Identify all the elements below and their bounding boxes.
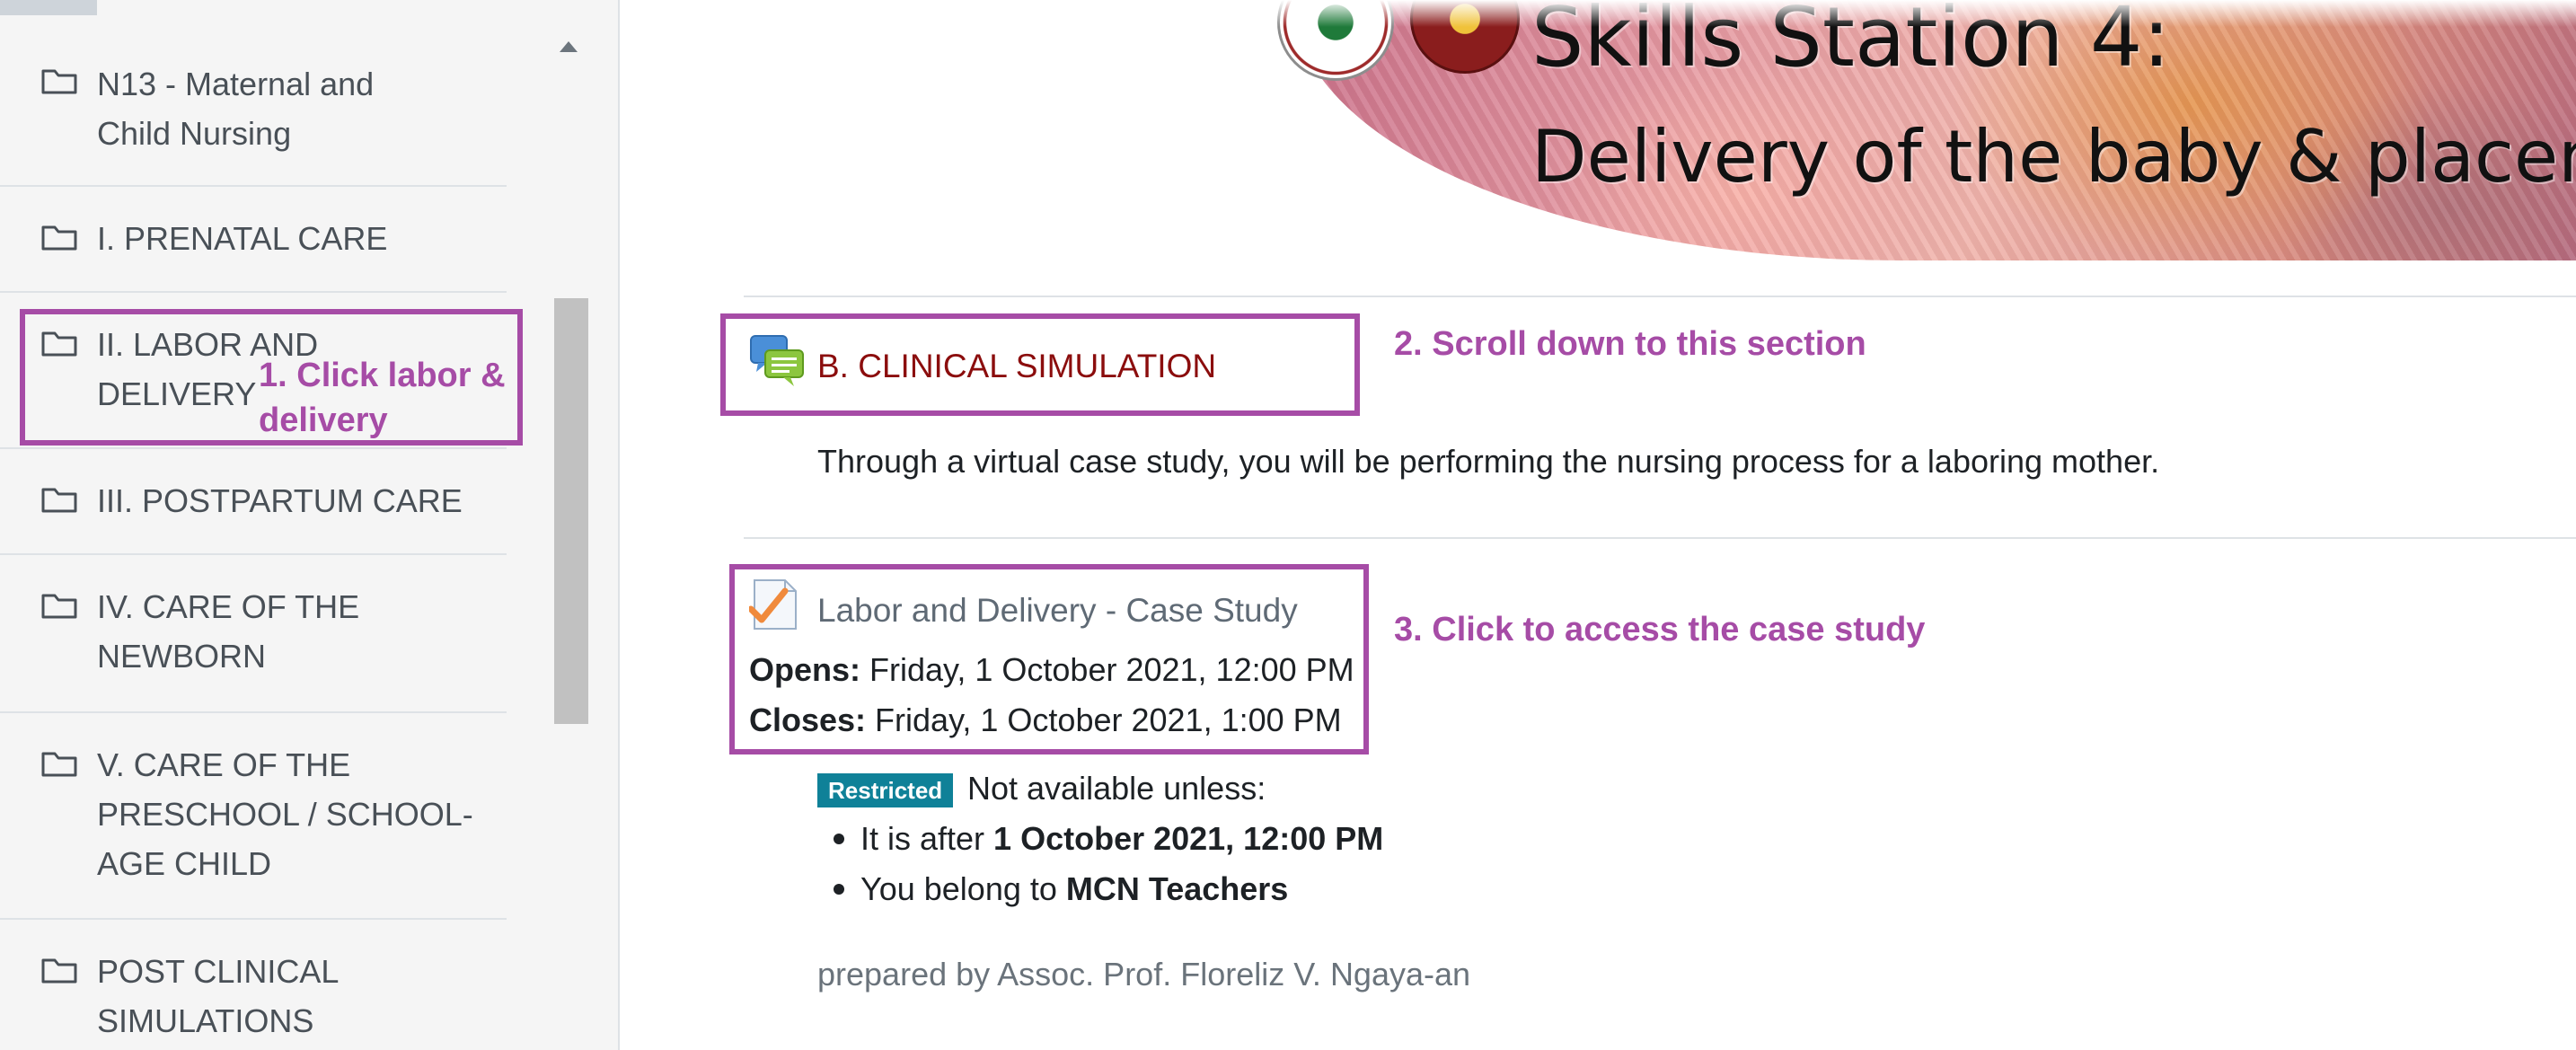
sidebar-item-care-of-preschool-child[interactable]: V. CARE OF THE PRESCHOOL / SCHOOL- AGE C… xyxy=(0,713,507,920)
sidebar-item-label: I. PRENATAL CARE xyxy=(97,220,388,257)
scroll-thumb[interactable] xyxy=(554,298,588,724)
prepared-by-text: prepared by Assoc. Prof. Floreliz V. Nga… xyxy=(817,956,1471,993)
folder-icon xyxy=(41,225,77,251)
annotation-step-3: 3. Click to access the case study xyxy=(1394,611,1926,649)
sidebar-item-postpartum-care[interactable]: III. POSTPARTUM CARE xyxy=(0,449,507,555)
sidebar-item-prenatal-care[interactable]: I. PRENATAL CARE xyxy=(0,187,507,293)
sidebar-top-tab[interactable] xyxy=(0,0,97,15)
sidebar-item-label: N13 - Maternal and Child Nursing xyxy=(97,66,375,152)
annotation-box-step-2 xyxy=(720,313,1360,416)
folder-icon xyxy=(41,69,77,94)
folder-icon xyxy=(41,594,77,619)
folder-icon xyxy=(41,958,77,984)
bullet-icon xyxy=(834,884,844,895)
annotation-step-1: 1. Click labor & delivery xyxy=(259,357,506,439)
annotation-step-2: 2. Scroll down to this section xyxy=(1394,325,1866,363)
annotation-box-step-3 xyxy=(729,564,1369,754)
sidebar-item-label: V. CARE OF THE PRESCHOOL / SCHOOL- AGE C… xyxy=(97,746,473,882)
banner-subtitle: Delivery of the baby & placenta xyxy=(1531,115,2576,199)
restriction-condition-group: You belong to MCN Teachers xyxy=(860,870,1289,907)
course-index-sidebar: N13 - Maternal and Child Nursing I. PREN… xyxy=(0,0,620,1050)
restricted-badge: Restricted xyxy=(817,773,954,807)
sidebar-item-label: POST CLINICAL SIMULATIONS xyxy=(97,953,340,1039)
sidebar-scrollbar[interactable] xyxy=(543,29,589,1050)
scroll-up-arrow-icon[interactable] xyxy=(560,41,578,52)
restriction-condition-date: It is after 1 October 2021, 12:00 PM xyxy=(860,820,1384,857)
folder-icon xyxy=(41,488,77,513)
sidebar-item-label: III. POSTPARTUM CARE xyxy=(97,482,463,519)
sidebar-item-n13[interactable]: N13 - Maternal and Child Nursing xyxy=(0,29,507,187)
clinical-simulation-description: Through a virtual case study, you will b… xyxy=(817,443,2160,480)
sidebar-item-post-clinical-simulations[interactable]: POST CLINICAL SIMULATIONS xyxy=(0,920,507,1050)
folder-icon xyxy=(41,752,77,777)
bullet-icon xyxy=(834,834,844,844)
section-divider xyxy=(744,537,2576,539)
section-divider xyxy=(744,296,2576,297)
sidebar-item-label: IV. CARE OF THE NEWBORN xyxy=(97,588,360,675)
restriction-intro: Not available unless: xyxy=(967,770,1266,807)
sidebar-item-care-of-newborn[interactable]: IV. CARE OF THE NEWBORN xyxy=(0,555,507,713)
top-edge-shadow xyxy=(620,0,2576,27)
